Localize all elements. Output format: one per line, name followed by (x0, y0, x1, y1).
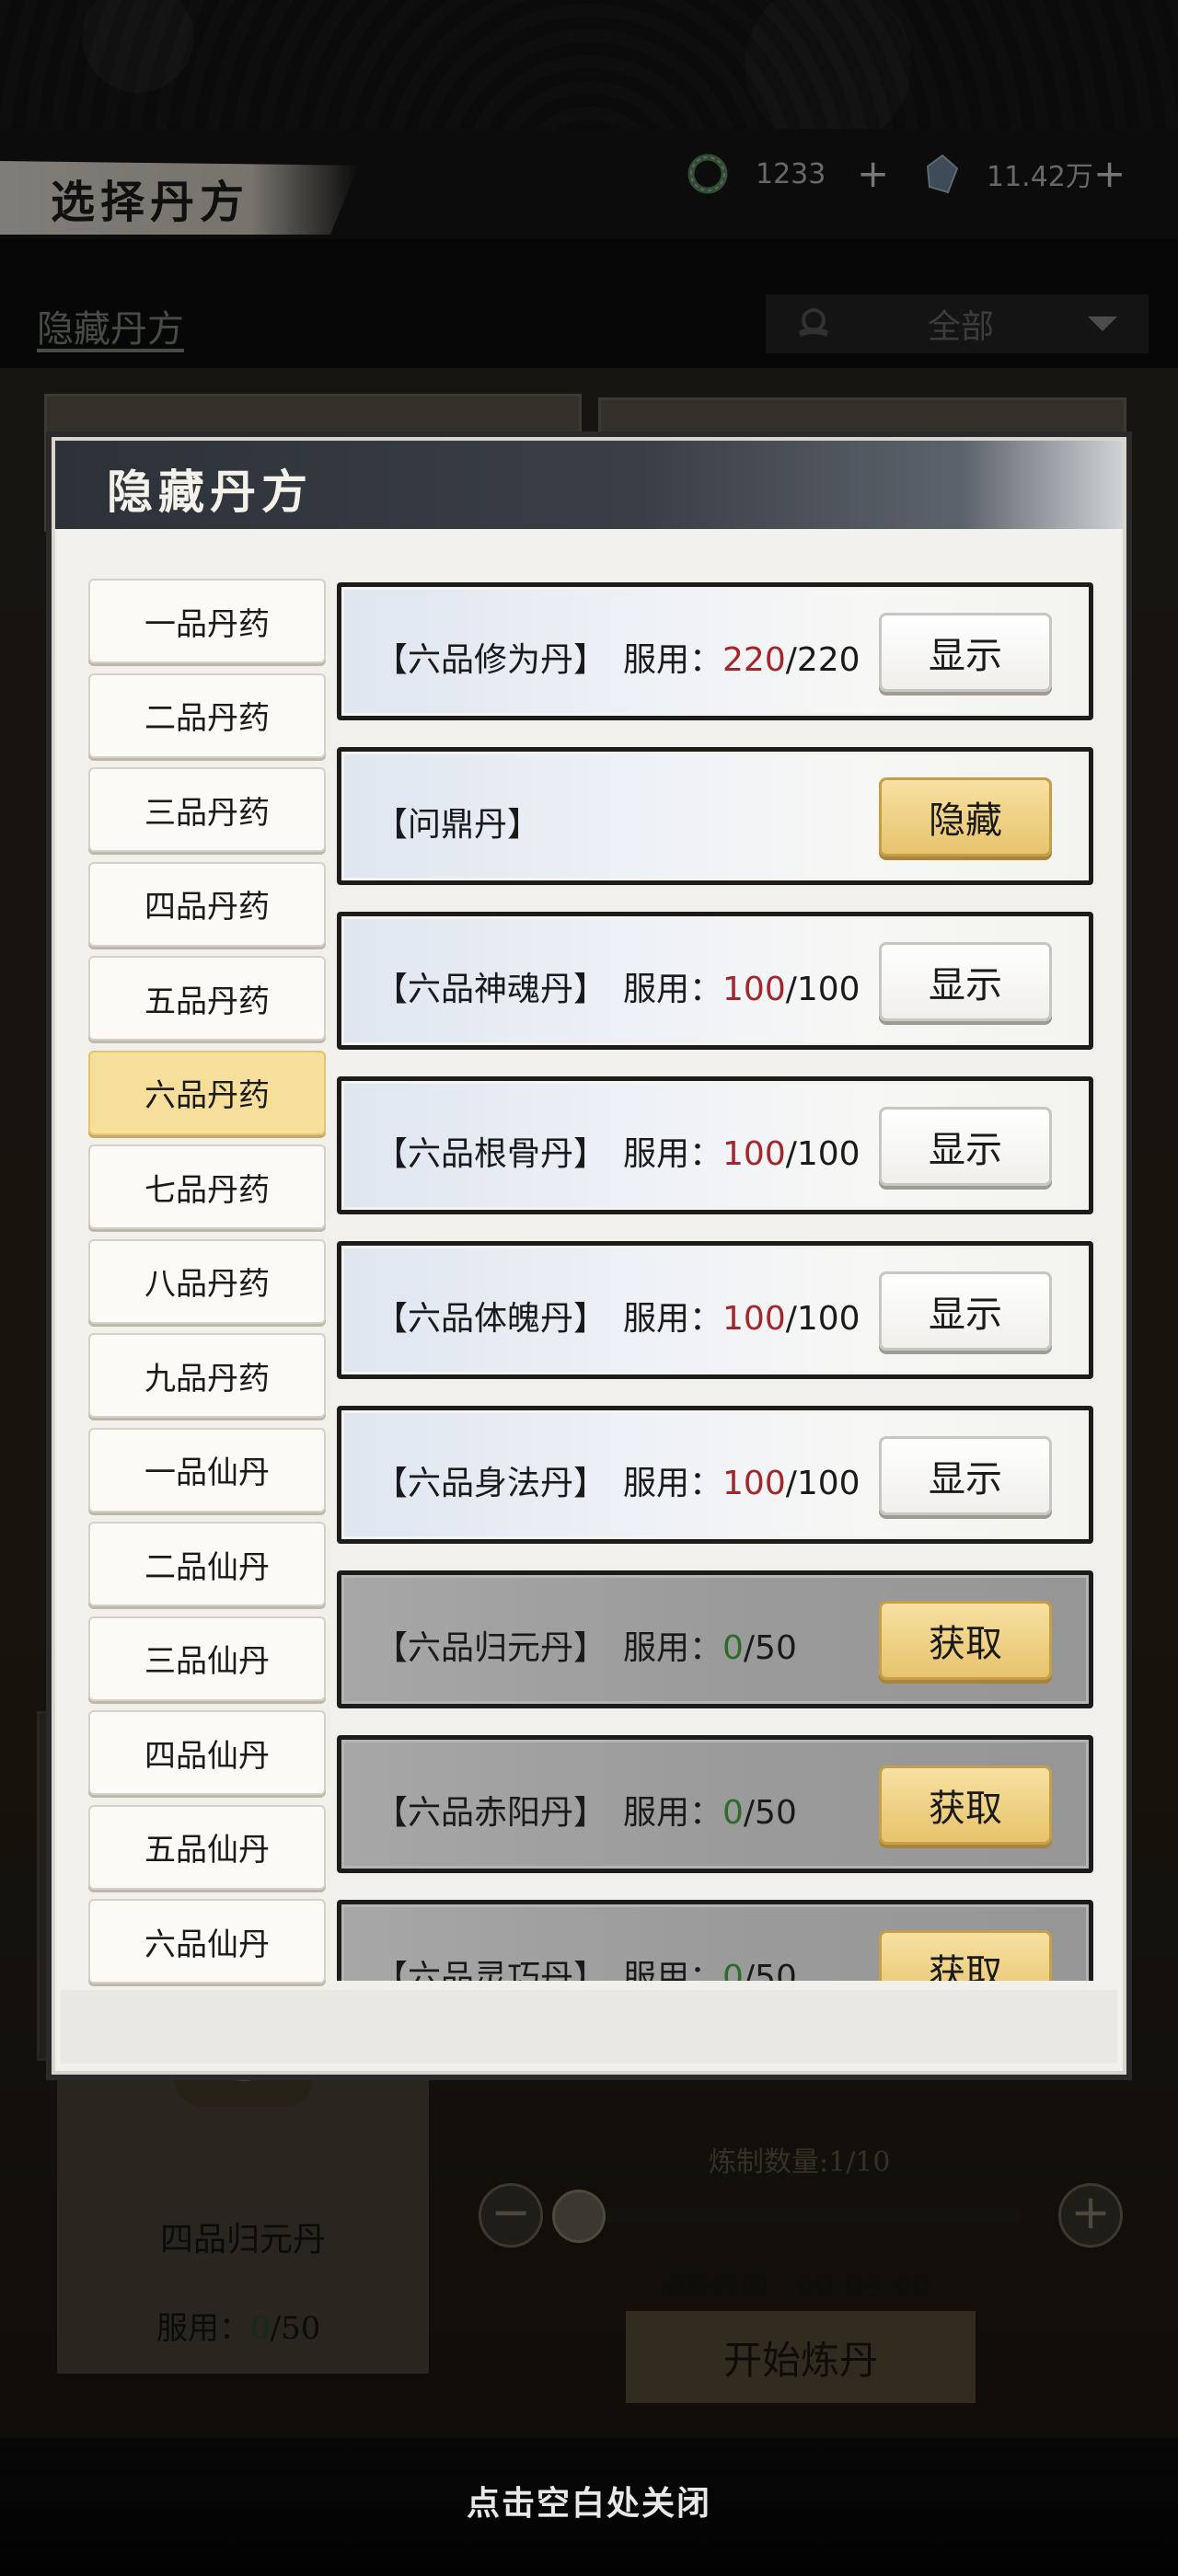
tab-grade[interactable]: 六品丹药 (88, 1050, 326, 1135)
recipe-use-count: 服用：0/50 (623, 1959, 797, 1981)
recipe-name: 【六品修为丹】 (375, 641, 607, 679)
modal-title: 隐藏丹方 (107, 465, 313, 519)
recipe-list[interactable]: 【六品修为丹】 服用：220/220 显示 【问鼎丹】 隐藏 【六品神魂丹】 服用：100/… (337, 582, 1103, 1981)
recipe-name: 【六品体魄丹】 (375, 1300, 607, 1338)
recipe-name: 【六品神魂丹】 (375, 971, 607, 1008)
hide-button[interactable]: 隐藏 (879, 777, 1052, 857)
close-hint: 点击空白处关闭 (466, 2484, 711, 2523)
tab-grade[interactable]: 八品丹药 (88, 1238, 326, 1324)
recipe-row: 【六品灵巧丹】 服用：0/50 获取 (337, 1900, 1093, 1981)
recipe-use-count: 服用：0/50 (623, 1629, 797, 1667)
tab-grade[interactable]: 二品丹药 (88, 673, 326, 758)
recipe-row: 【六品根骨丹】 服用：100/100 显示 (337, 1076, 1093, 1214)
obtain-button[interactable]: 获取 (879, 1765, 1052, 1845)
obtain-button[interactable]: 获取 (879, 1930, 1052, 1981)
recipe-name: 【六品身法丹】 (375, 1465, 607, 1502)
recipe-use-count: 服用：100/100 (623, 1300, 860, 1338)
tab-grade[interactable]: 四品仙丹 (88, 1710, 326, 1795)
recipe-row: 【六品归元丹】 服用：0/50 获取 (337, 1570, 1093, 1708)
show-button[interactable]: 显示 (879, 1107, 1052, 1186)
modal-footer (61, 1990, 1117, 2064)
recipe-row: 【六品修为丹】 服用：220/220 显示 (337, 582, 1093, 720)
grade-tab-list: 一品丹药二品丹药三品丹药四品丹药五品丹药六品丹药七品丹药八品丹药九品丹药一品仙丹… (88, 579, 326, 1994)
show-button[interactable]: 显示 (879, 1436, 1052, 1515)
recipe-row: 【六品神魂丹】 服用：100/100 显示 (337, 912, 1093, 1050)
show-button[interactable]: 显示 (879, 1271, 1052, 1351)
tab-grade[interactable]: 五品丹药 (88, 956, 326, 1041)
recipe-use-count: 服用：220/220 (623, 641, 860, 679)
tab-grade[interactable]: 五品仙丹 (88, 1804, 326, 1890)
recipe-row: 【六品赤阳丹】 服用：0/50 获取 (337, 1735, 1093, 1873)
recipe-name: 【六品根骨丹】 (375, 1135, 607, 1173)
tab-grade[interactable]: 三品丹药 (88, 767, 326, 852)
tab-grade[interactable]: 四品丹药 (88, 861, 326, 947)
recipe-row: 【六品体魄丹】 服用：100/100 显示 (337, 1241, 1093, 1379)
tab-grade[interactable]: 二品仙丹 (88, 1522, 326, 1606)
obtain-button[interactable]: 获取 (879, 1601, 1052, 1680)
recipe-use-count: 服用：100/100 (623, 1135, 860, 1173)
show-button[interactable]: 显示 (879, 613, 1052, 692)
recipe-use-count: 服用：0/50 (623, 1794, 797, 1832)
tab-grade[interactable]: 一品丹药 (88, 579, 326, 663)
recipe-name: 【问鼎丹】 (375, 806, 541, 844)
recipe-name: 【六品归元丹】 (375, 1629, 607, 1667)
tab-grade[interactable]: 三品仙丹 (88, 1616, 326, 1701)
recipe-row: 【问鼎丹】 隐藏 (337, 747, 1093, 885)
recipe-name: 【六品赤阳丹】 (375, 1794, 607, 1832)
recipe-row: 【六品身法丹】 服用：100/100 显示 (337, 1406, 1093, 1544)
tab-grade[interactable]: 一品仙丹 (88, 1427, 326, 1512)
hidden-recipes-modal: 隐藏丹方 一品丹药二品丹药三品丹药四品丹药五品丹药六品丹药七品丹药八品丹药九品丹… (52, 437, 1126, 2075)
recipe-use-count: 服用：100/100 (623, 1465, 860, 1502)
show-button[interactable]: 显示 (879, 942, 1052, 1021)
tab-grade[interactable]: 六品仙丹 (88, 1899, 326, 1984)
recipe-use-count: 服用：100/100 (623, 971, 860, 1008)
modal-header: 隐藏丹方 (55, 441, 1123, 529)
tab-grade[interactable]: 七品丹药 (88, 1144, 326, 1229)
recipe-name: 【六品灵巧丹】 (375, 1959, 607, 1981)
tab-grade[interactable]: 九品丹药 (88, 1333, 326, 1418)
